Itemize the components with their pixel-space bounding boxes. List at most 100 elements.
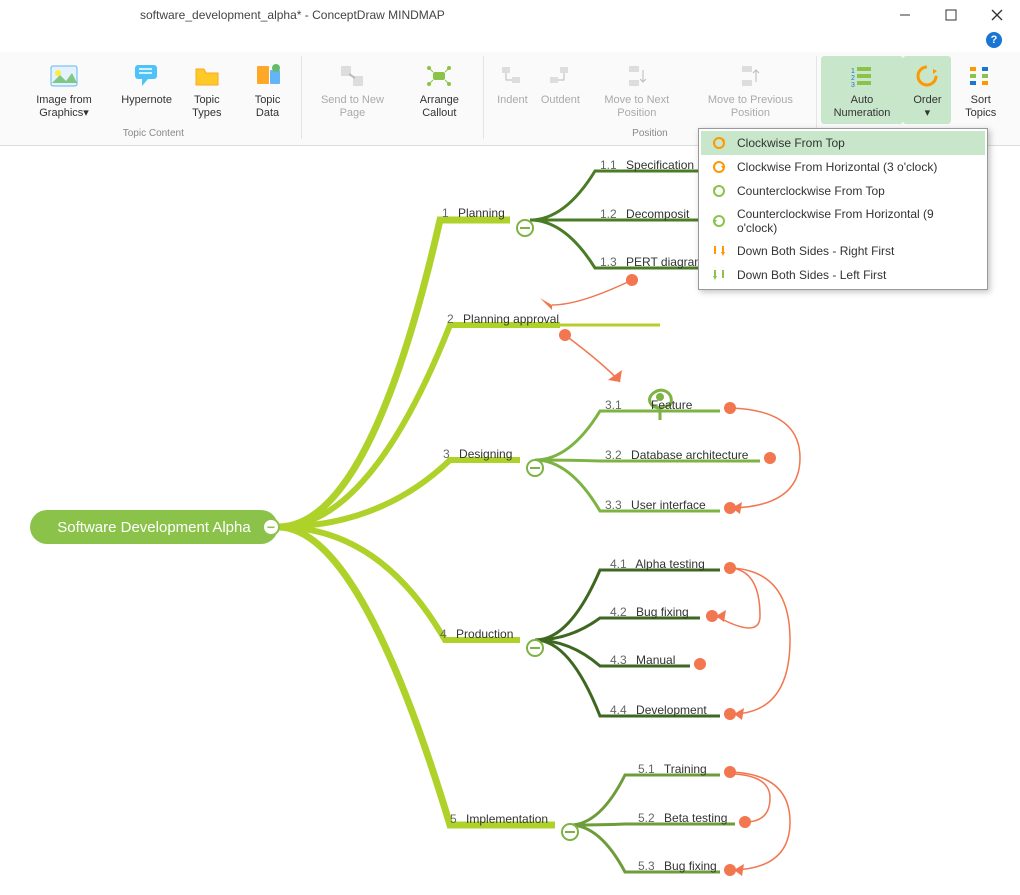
leaf-alpha-testing[interactable]: 4.1 Alpha testing	[610, 557, 705, 571]
leaf-num: 1.2	[600, 207, 617, 221]
down-right-icon	[709, 243, 729, 259]
order-item-cw-top-label: Clockwise From Top	[737, 136, 845, 150]
group-label-topic-content: Topic Content	[123, 126, 184, 139]
order-item-ccw-top[interactable]: Counterclockwise From Top	[701, 179, 985, 203]
group-label-position: Position	[632, 126, 668, 139]
auto-numeration-button[interactable]: 123 Auto Numeration	[821, 56, 904, 124]
order-item-cw-horiz[interactable]: Clockwise From Horizontal (3 o'clock)	[701, 155, 985, 179]
leaf-specification[interactable]: 1.1 Specification	[600, 158, 694, 172]
branch-num: 5	[450, 812, 457, 826]
image-from-graphics-label: Image from Graphics▾	[16, 94, 112, 120]
leaf-bug-fixing-2[interactable]: 5.3 Bug fixing	[638, 859, 717, 873]
numeration-icon: 123	[846, 60, 878, 92]
order-item-down-right-label: Down Both Sides - Right First	[737, 244, 894, 258]
root-topic[interactable]: Software Development Alpha −	[30, 510, 278, 544]
branch-implementation[interactable]: 5 Implementation	[450, 812, 548, 826]
leaf-num: 3.1	[605, 398, 622, 412]
hypernote-label: Hypernote	[121, 94, 172, 107]
order-button[interactable]: Order ▾	[903, 56, 951, 124]
indent-button[interactable]: Indent	[488, 56, 536, 124]
leaf-num: 1.1	[600, 158, 617, 172]
order-dropdown-menu: Clockwise From Top Clockwise From Horizo…	[698, 128, 988, 290]
group-label-blank	[391, 126, 394, 139]
chat-icon	[131, 60, 163, 92]
leaf-decomposition[interactable]: 1.2 Decomposit	[600, 207, 689, 221]
leaf-pert[interactable]: 1.3 PERT diagram	[600, 255, 704, 269]
leaf-text: Training	[664, 762, 707, 776]
branch-text: Planning approval	[463, 312, 559, 326]
leaf-db-arch[interactable]: 3.2 Database architecture	[605, 448, 748, 462]
auto-numeration-label: Auto Numeration	[827, 94, 898, 120]
order-icon	[911, 60, 943, 92]
leaf-text: Development	[636, 703, 707, 717]
hypernote-button[interactable]: Hypernote	[118, 56, 175, 124]
topic-types-button[interactable]: Topic Types	[175, 56, 238, 124]
branch-text: Production	[456, 627, 513, 641]
branch-designing[interactable]: 3 Designing	[443, 447, 512, 461]
topic-types-label: Topic Types	[181, 94, 232, 120]
leaf-num: 3.2	[605, 448, 622, 462]
sort-topics-button[interactable]: Sort Topics	[951, 56, 1010, 124]
leaf-num: 4.1	[610, 557, 627, 571]
branch-text: Designing	[459, 447, 512, 461]
arrange-callout-label: Arrange Callout	[405, 94, 473, 120]
leaf-training[interactable]: 5.1 Training	[638, 762, 707, 776]
cw-horiz-icon	[709, 159, 729, 175]
move-prev-button[interactable]: Move to Previous Position	[689, 56, 811, 124]
branch-planning[interactable]: 1 Planning	[442, 206, 505, 220]
leaf-num: 5.3	[638, 859, 655, 873]
help-icon[interactable]: ?	[986, 32, 1002, 48]
leaf-feature[interactable]: 3.1 Feature	[605, 398, 692, 412]
topic-data-button[interactable]: Topic Data	[238, 56, 296, 124]
move-prev-icon	[734, 60, 766, 92]
leaf-manual[interactable]: 4.3 Manual	[610, 653, 675, 667]
svg-text:2: 2	[851, 75, 855, 82]
arrange-callout-icon	[423, 60, 455, 92]
leaf-text: Bug fixing	[664, 859, 717, 873]
maximize-button[interactable]	[928, 0, 974, 30]
window-controls	[882, 0, 1020, 30]
order-item-down-left[interactable]: Down Both Sides - Left First	[701, 263, 985, 287]
leaf-bug-fixing-1[interactable]: 4.2 Bug fixing	[610, 605, 689, 619]
branch-text: Implementation	[466, 812, 548, 826]
leaf-text: Bug fixing	[636, 605, 689, 619]
leaf-ui[interactable]: 3.3 User interface	[605, 498, 706, 512]
collapse-icon[interactable]: −	[262, 518, 280, 536]
help-row: ?	[0, 30, 1020, 52]
ribbon-group-page: Send to New Page Arrange Callout	[302, 56, 485, 139]
leaf-beta-testing[interactable]: 5.2 Beta testing	[638, 811, 727, 825]
send-to-new-page-button[interactable]: Send to New Page	[306, 56, 400, 124]
move-next-label: Move to Next Position	[590, 94, 683, 120]
close-button[interactable]	[974, 0, 1020, 30]
leaf-num: 4.2	[610, 605, 627, 619]
leaf-text: Database architecture	[631, 448, 748, 462]
leaf-text: Beta testing	[664, 811, 727, 825]
branch-num: 2	[447, 312, 454, 326]
order-item-cw-top[interactable]: Clockwise From Top	[701, 131, 985, 155]
send-page-icon	[336, 60, 368, 92]
sort-icon	[965, 60, 997, 92]
leaf-text: PERT diagram	[626, 255, 704, 269]
arrange-callout-button[interactable]: Arrange Callout	[399, 56, 479, 124]
root-topic-label: Software Development Alpha	[57, 519, 250, 536]
branch-production[interactable]: 4 Production	[440, 627, 513, 641]
leaf-num: 4.3	[610, 653, 627, 667]
picture-icon	[48, 60, 80, 92]
outdent-button[interactable]: Outdent	[536, 56, 584, 124]
order-item-down-right[interactable]: Down Both Sides - Right First	[701, 239, 985, 263]
order-item-cw-horiz-label: Clockwise From Horizontal (3 o'clock)	[737, 160, 937, 174]
leaf-text: Specification	[626, 158, 694, 172]
ribbon-group-topic-content: Image from Graphics▾ Hypernote Topic Typ…	[6, 56, 302, 139]
branch-planning-approval[interactable]: 2 Planning approval	[447, 312, 559, 326]
indent-label: Indent	[497, 94, 528, 107]
move-next-button[interactable]: Move to Next Position	[584, 56, 689, 124]
leaf-num: 5.2	[638, 811, 655, 825]
image-from-graphics-button[interactable]: Image from Graphics▾	[10, 56, 118, 124]
order-item-ccw-horiz[interactable]: Counterclockwise From Horizontal (9 o'cl…	[701, 203, 985, 239]
leaf-development[interactable]: 4.4 Development	[610, 703, 707, 717]
leaf-text: Alpha testing	[635, 557, 704, 571]
outdent-icon	[544, 60, 576, 92]
leaf-num: 4.4	[610, 703, 627, 717]
minimize-button[interactable]	[882, 0, 928, 30]
leaf-num: 3.3	[605, 498, 622, 512]
